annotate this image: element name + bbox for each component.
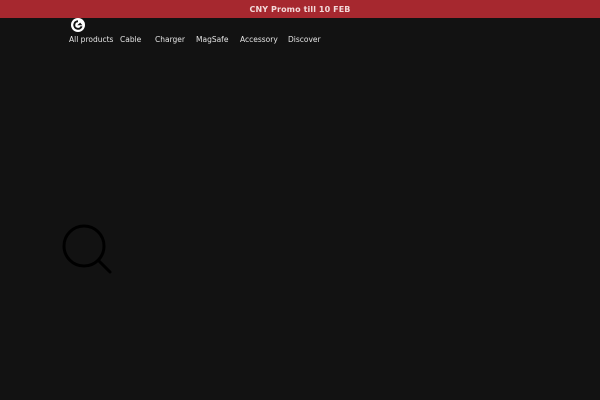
nav-item-discover[interactable]: Discover	[288, 34, 321, 46]
nav-item-charger[interactable]: Charger	[155, 34, 185, 46]
promo-banner[interactable]: CNY Promo till 10 FEB	[0, 0, 600, 18]
main-navigation: All products Cable Charger MagSafe Acces…	[0, 34, 600, 46]
nav-item-accessory[interactable]: Accessory	[240, 34, 278, 46]
nav-item-cable[interactable]: Cable	[120, 34, 141, 46]
brand-logo-icon[interactable]	[69, 16, 87, 34]
search-icon[interactable]	[60, 222, 114, 276]
nav-item-all-products[interactable]: All products	[69, 34, 113, 46]
nav-item-magsafe[interactable]: MagSafe	[196, 34, 228, 46]
promo-text: CNY Promo till 10 FEB	[249, 4, 351, 14]
